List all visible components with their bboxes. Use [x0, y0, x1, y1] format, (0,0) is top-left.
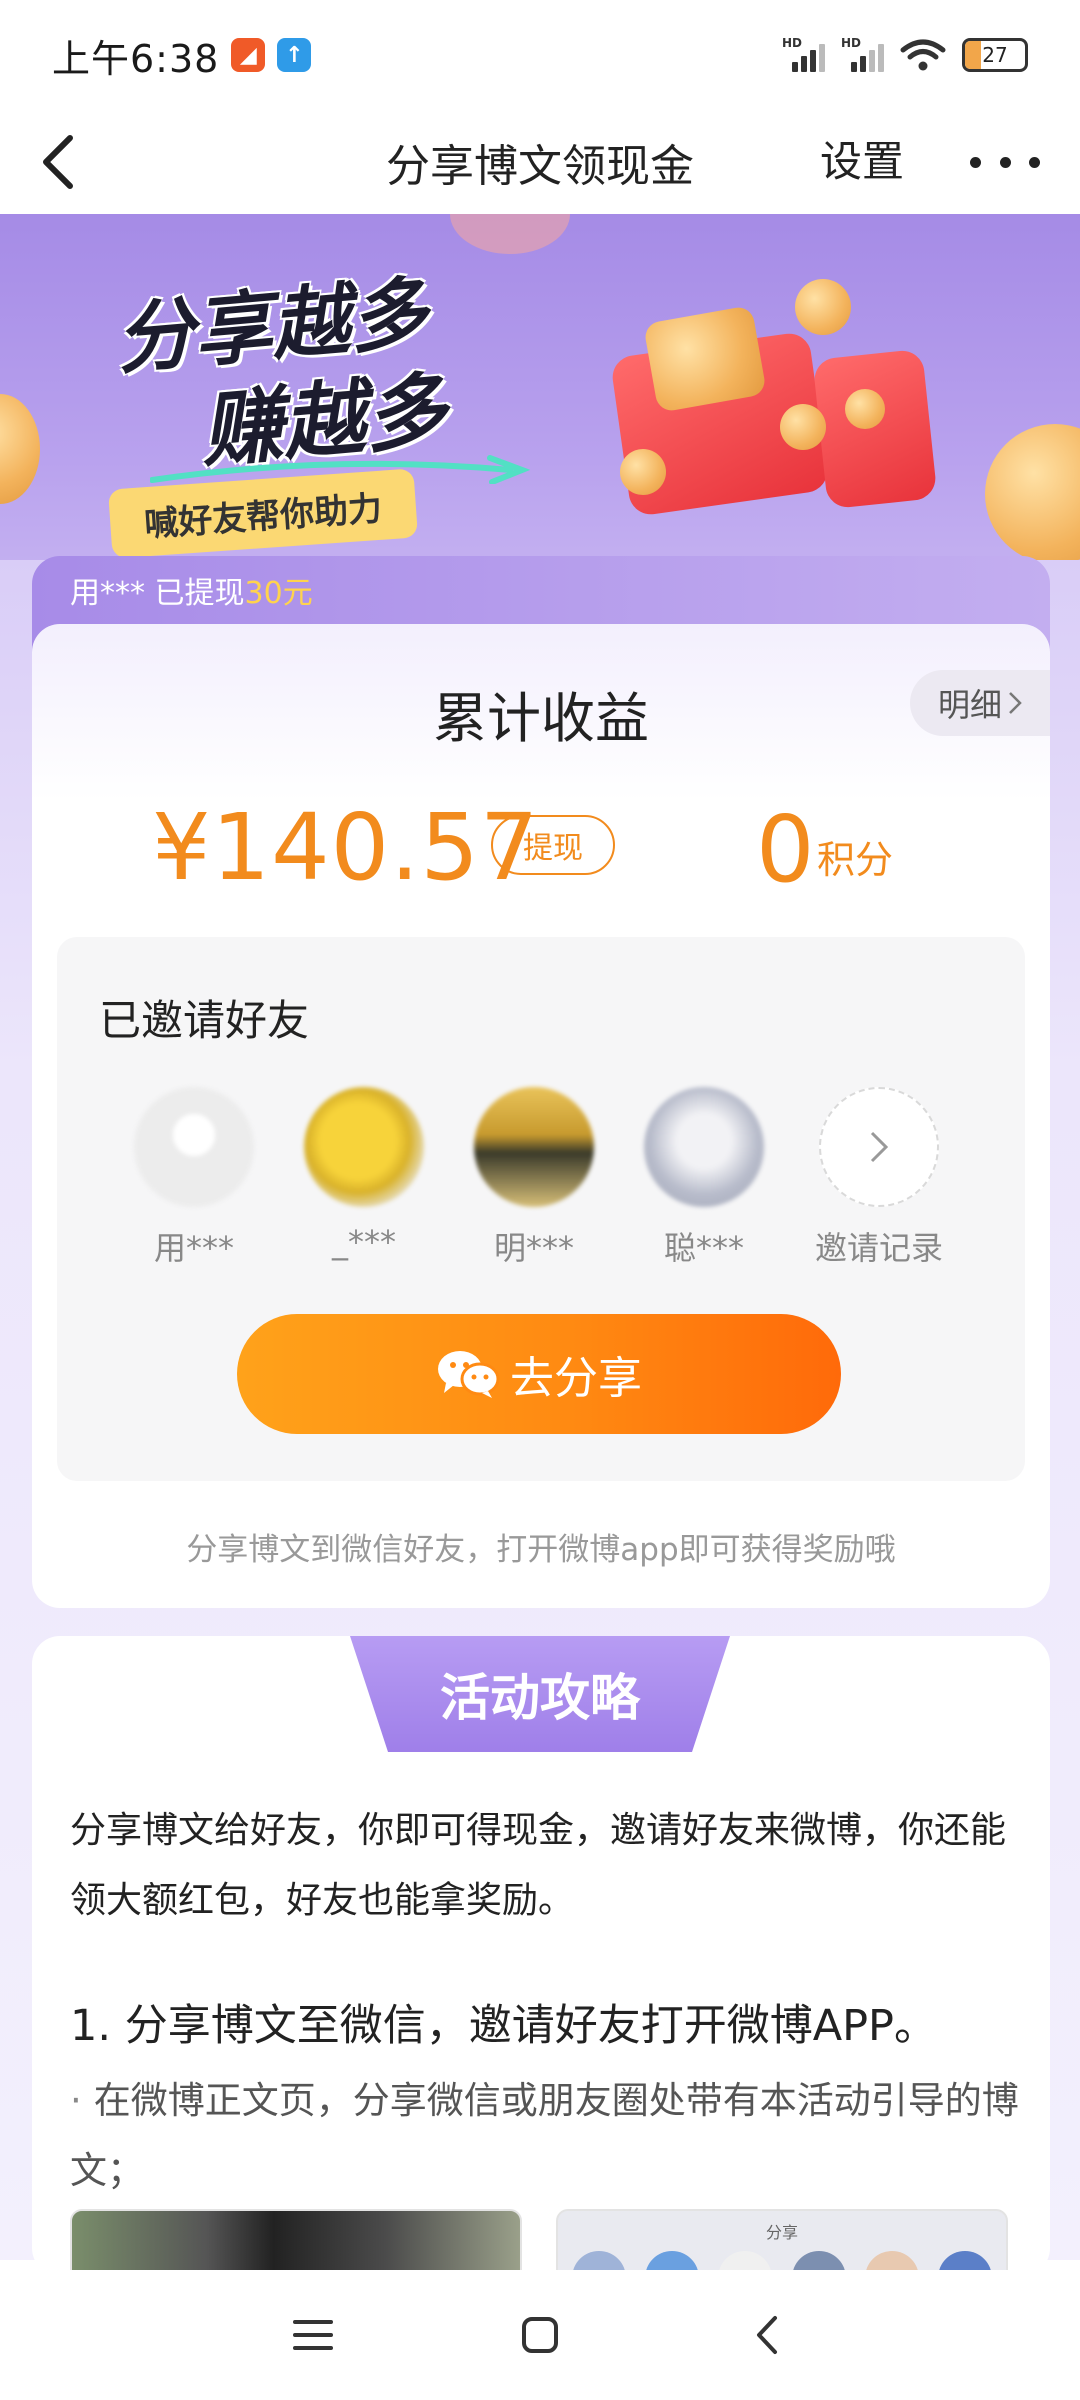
more-button[interactable] — [970, 132, 1040, 192]
invited-friends-panel: 已邀请好友 用*** _*** 明*** 聪*** 邀请记录 去分享 — [57, 937, 1025, 1481]
battery-icon: 27 — [962, 38, 1028, 72]
example-screenshot-post — [70, 2209, 522, 2276]
points-label: 积分 — [817, 838, 894, 882]
guide-intro: 分享博文给好友，你即可得现金，邀请好友来微博，你还能领大额红包，好友也能拿奖励。 — [70, 1810, 1007, 1921]
guide-step-1: 1. 分享博文至微信，邀请好友打开微博APP。 — [70, 2001, 937, 2051]
wifi-icon — [900, 39, 946, 71]
coin-graphic-2 — [780, 404, 826, 450]
earnings-title: 累计收益 — [433, 687, 649, 750]
invited-friends-title: 已邀请好友 — [99, 996, 310, 1045]
top-nav-bar: 分享博文领现金 设置 — [0, 110, 1080, 214]
withdraw-button[interactable]: 提现 — [491, 815, 615, 875]
upload-notification-icon: ↑ — [277, 38, 312, 72]
red-packet-graphic-2 — [812, 348, 938, 510]
coin-graphic-4 — [620, 449, 666, 495]
guide-step-1-bullet: · 在微博正文页，分享微信或朋友圈处带有本活动引导的博文； — [70, 2079, 1019, 2192]
back-nav-icon — [756, 2316, 777, 2354]
share-tip: 分享博文到微信好友，打开微博app即可获得奖励哦 — [186, 1532, 896, 1568]
chevron-right-icon — [1009, 692, 1022, 714]
recent-apps-button[interactable] — [278, 2300, 348, 2370]
menu-icon — [293, 2320, 334, 2350]
coin-graphic — [795, 279, 851, 335]
earnings-card: 累计收益 明细 ¥140.57 提现 0 积分 已邀请好友 用*** _*** … — [32, 624, 1050, 1608]
invite-record-button[interactable]: 邀请记录 — [794, 1087, 964, 1269]
points-value: 0 — [756, 796, 815, 903]
signal-icon: HD — [782, 36, 825, 72]
settings-button[interactable]: 设置 — [820, 132, 904, 192]
avatar — [304, 1087, 424, 1207]
wechat-icon — [438, 1351, 500, 1398]
system-back-button[interactable] — [732, 2300, 802, 2370]
friend-item[interactable]: 用*** — [109, 1087, 279, 1269]
friend-item[interactable]: 聪*** — [619, 1087, 789, 1269]
chevron-right-icon — [870, 1131, 889, 1163]
coin-decoration — [0, 394, 40, 504]
gold-ingot-graphic — [643, 305, 767, 413]
avatar — [134, 1087, 254, 1207]
status-bar: 上午6:38 ◢ ↑ HD HD 27 — [0, 0, 1080, 110]
withdraw-notice: 用*** 已提现30元 — [70, 576, 313, 611]
example-screenshot-share: 分享 — [556, 2209, 1008, 2276]
blur-decoration — [450, 214, 570, 254]
guide-tab-label: 活动攻略 — [350, 1636, 730, 1752]
signal-icon-2: HD — [841, 36, 884, 72]
home-button[interactable] — [505, 2300, 575, 2370]
friend-item[interactable]: _*** — [279, 1087, 449, 1261]
home-icon — [521, 2317, 558, 2353]
status-time: 上午6:38 — [52, 36, 220, 81]
coin-graphic-3 — [845, 389, 885, 429]
activity-guide-card: 活动攻略 分享博文给好友，你即可得现金，邀请好友来微博，你还能领大额红包，好友也… — [32, 1636, 1050, 2276]
more-icon — [970, 156, 981, 168]
detail-button[interactable]: 明细 — [910, 670, 1050, 736]
share-button[interactable]: 去分享 — [237, 1314, 841, 1434]
notification-app-icon: ◢ — [231, 38, 266, 72]
avatar — [474, 1087, 594, 1207]
friend-item[interactable]: 明*** — [449, 1087, 619, 1269]
coin-decoration-large — [985, 424, 1080, 564]
page-title: 分享博文领现金 — [386, 141, 694, 192]
avatar — [644, 1087, 764, 1207]
earnings-amount: ¥140.57 — [152, 794, 540, 901]
system-nav-bar — [0, 2270, 1080, 2400]
